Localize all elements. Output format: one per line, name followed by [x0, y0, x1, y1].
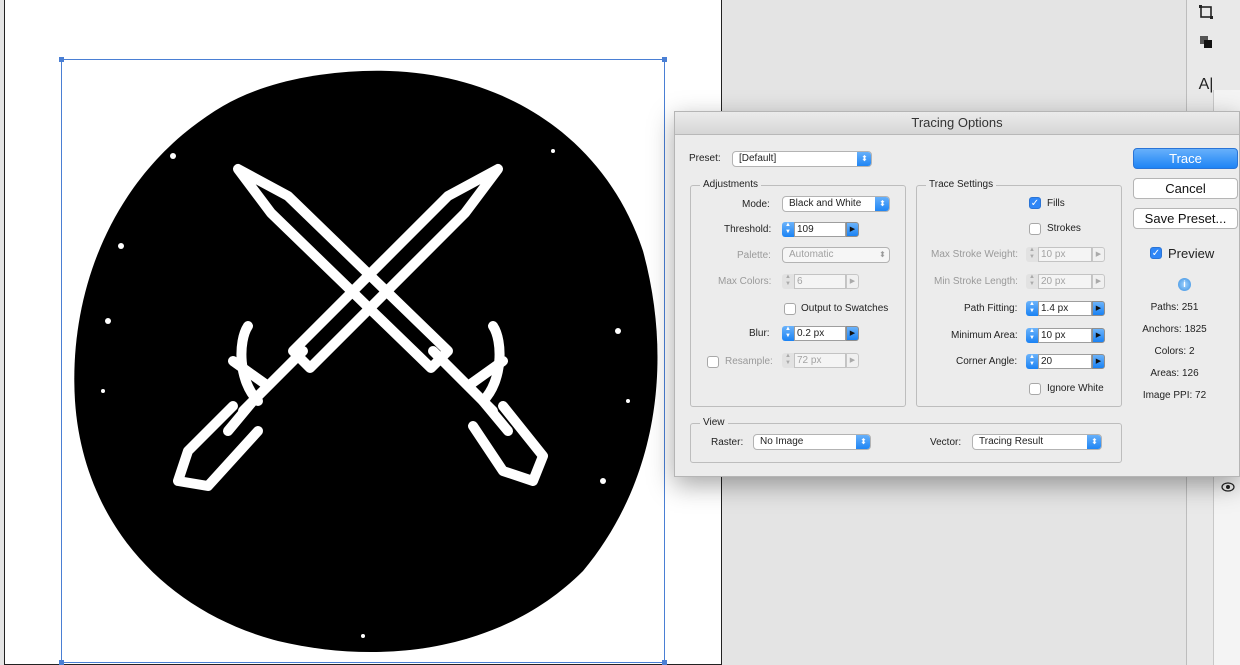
corner-angle-slider-button[interactable]: ▶: [1092, 354, 1105, 369]
blur-slider-button[interactable]: ▶: [846, 326, 859, 341]
ignore-white-checkbox[interactable]: [1029, 383, 1041, 395]
palette-value: Automatic: [789, 249, 834, 260]
corner-angle-label: Corner Angle:: [956, 356, 1018, 367]
strokes-checkbox[interactable]: [1029, 223, 1041, 235]
corner-angle-field[interactable]: 20: [1038, 354, 1092, 369]
threshold-slider-button[interactable]: ▶: [846, 222, 859, 237]
save-preset-button[interactable]: Save Preset...: [1133, 208, 1238, 229]
stat-paths: Paths: 251: [1150, 302, 1199, 313]
stat-areas: Areas: 126: [1150, 368, 1199, 379]
stat-image-ppi: Image PPI: 72: [1142, 390, 1207, 401]
threshold-label: Threshold:: [724, 224, 772, 235]
raster-value: No Image: [760, 436, 804, 447]
path-fitting-field[interactable]: 1.4 px: [1038, 301, 1092, 316]
chevron-updown-icon: ⬍: [875, 197, 889, 211]
stat-anchors: Anchors: 1825: [1142, 324, 1207, 335]
view-title: View: [700, 417, 728, 428]
minimum-area-stepper[interactable]: ▲ ▼ 10 px ▶: [1026, 328, 1105, 343]
path-fitting-slider-button[interactable]: ▶: [1092, 301, 1105, 316]
selection-handle-top-left[interactable]: [59, 57, 64, 62]
raster-label: Raster:: [711, 437, 744, 448]
resample-label: Resample:: [725, 356, 773, 367]
trace-settings-group: [916, 185, 1122, 407]
resample-checkbox[interactable]: [707, 356, 719, 368]
info-icon: i: [1178, 278, 1191, 291]
threshold-stepper[interactable]: ▲ ▼ 109 ▶: [782, 222, 859, 237]
max-colors-field[interactable]: 6: [794, 274, 846, 289]
min-stroke-length-stepper[interactable]: ▲ ▼ 20 px ▶: [1026, 274, 1105, 289]
cancel-button[interactable]: Cancel: [1133, 178, 1238, 199]
blur-stepper[interactable]: ▲ ▼ 0.2 px ▶: [782, 326, 859, 341]
chevron-updown-icon: ⬍: [879, 250, 886, 259]
path-fitting-label: Path Fitting:: [964, 303, 1018, 314]
chevron-updown-icon: ⬍: [1087, 435, 1101, 449]
minimum-area-slider-button[interactable]: ▶: [1092, 328, 1105, 343]
selection-bounding-box[interactable]: [59, 57, 667, 665]
preview-checkbox[interactable]: ✓: [1150, 247, 1162, 259]
vector-label: Vector:: [930, 437, 962, 448]
minimum-area-field[interactable]: 10 px: [1038, 328, 1092, 343]
stepper-arrows-icon[interactable]: ▲ ▼: [782, 222, 794, 237]
stepper-arrows-icon[interactable]: ▲ ▼: [782, 326, 794, 341]
resample-stepper[interactable]: ▲ ▼ 72 px ▶: [782, 353, 859, 368]
stepper-arrows-icon[interactable]: ▲ ▼: [782, 353, 794, 368]
trace-settings-title: Trace Settings: [926, 179, 997, 190]
fills-label: Fills: [1047, 198, 1065, 209]
vector-value: Tracing Result: [979, 436, 1044, 447]
threshold-field[interactable]: 109: [794, 222, 846, 237]
adjustments-group: [690, 185, 906, 407]
max-colors-stepper[interactable]: ▲ ▼ 6 ▶: [782, 274, 859, 289]
stat-colors: Colors: 2: [1154, 346, 1195, 357]
ignore-white-label: Ignore White: [1047, 383, 1104, 394]
mode-select[interactable]: Black and White ⬍: [782, 196, 890, 212]
adjustments-title: Adjustments: [700, 179, 762, 190]
min-stroke-length-slider-button[interactable]: ▶: [1092, 274, 1105, 289]
stepper-arrows-icon[interactable]: ▲ ▼: [1026, 301, 1038, 316]
preset-select[interactable]: [Default] ⬍: [732, 151, 872, 167]
max-colors-label: Max Colors:: [718, 276, 772, 287]
trace-button[interactable]: Trace: [1133, 148, 1238, 169]
blur-field[interactable]: 0.2 px: [794, 326, 846, 341]
resample-field[interactable]: 72 px: [794, 353, 846, 368]
output-to-swatches-label: Output to Swatches: [801, 303, 889, 314]
eye-icon[interactable]: [1217, 476, 1239, 498]
selection-handle-bottom-right[interactable]: [662, 660, 667, 665]
max-stroke-weight-field[interactable]: 10 px: [1038, 247, 1092, 262]
preset-label: Preset:: [689, 153, 721, 164]
selection-handle-top-right[interactable]: [662, 57, 667, 62]
max-stroke-weight-stepper[interactable]: ▲ ▼ 10 px ▶: [1026, 247, 1105, 262]
raster-select[interactable]: No Image ⬍: [753, 434, 871, 450]
max-stroke-weight-slider-button[interactable]: ▶: [1092, 247, 1105, 262]
chevron-updown-icon: ⬍: [857, 152, 871, 166]
stepper-arrows-icon[interactable]: ▲ ▼: [1026, 328, 1038, 343]
path-fitting-stepper[interactable]: ▲ ▼ 1.4 px ▶: [1026, 301, 1105, 316]
stepper-arrows-icon[interactable]: ▲ ▼: [1026, 247, 1038, 262]
max-stroke-weight-label: Max Stroke Weight:: [931, 249, 1019, 260]
palette-label: Palette:: [737, 250, 771, 261]
stepper-arrows-icon[interactable]: ▲ ▼: [1026, 274, 1038, 289]
selection-handle-bottom-left[interactable]: [59, 660, 64, 665]
strokes-label: Strokes: [1047, 223, 1081, 234]
resample-slider-button[interactable]: ▶: [846, 353, 859, 368]
chevron-updown-icon: ⬍: [856, 435, 870, 449]
palette-select[interactable]: Automatic ⬍: [782, 247, 890, 263]
mode-label: Mode:: [742, 199, 770, 210]
vector-select[interactable]: Tracing Result ⬍: [972, 434, 1102, 450]
minimum-area-label: Minimum Area:: [951, 330, 1018, 341]
artboard-tool-icon[interactable]: [1195, 1, 1217, 23]
stepper-arrows-icon[interactable]: ▲ ▼: [782, 274, 794, 289]
output-to-swatches-checkbox[interactable]: [784, 303, 796, 315]
corner-angle-stepper[interactable]: ▲ ▼ 20 ▶: [1026, 354, 1105, 369]
preview-label: Preview: [1168, 246, 1215, 261]
stepper-arrows-icon[interactable]: ▲ ▼: [1026, 354, 1038, 369]
fills-checkbox[interactable]: ✓: [1029, 197, 1041, 209]
arrange-icon[interactable]: [1195, 31, 1217, 53]
mode-value: Black and White: [789, 198, 862, 209]
min-stroke-length-field[interactable]: 20 px: [1038, 274, 1092, 289]
preset-value: [Default]: [739, 153, 777, 164]
blur-label: Blur:: [749, 328, 770, 339]
max-colors-slider-button[interactable]: ▶: [846, 274, 859, 289]
min-stroke-length-label: Min Stroke Length:: [934, 276, 1018, 287]
dialog-title: Tracing Options: [675, 112, 1239, 135]
